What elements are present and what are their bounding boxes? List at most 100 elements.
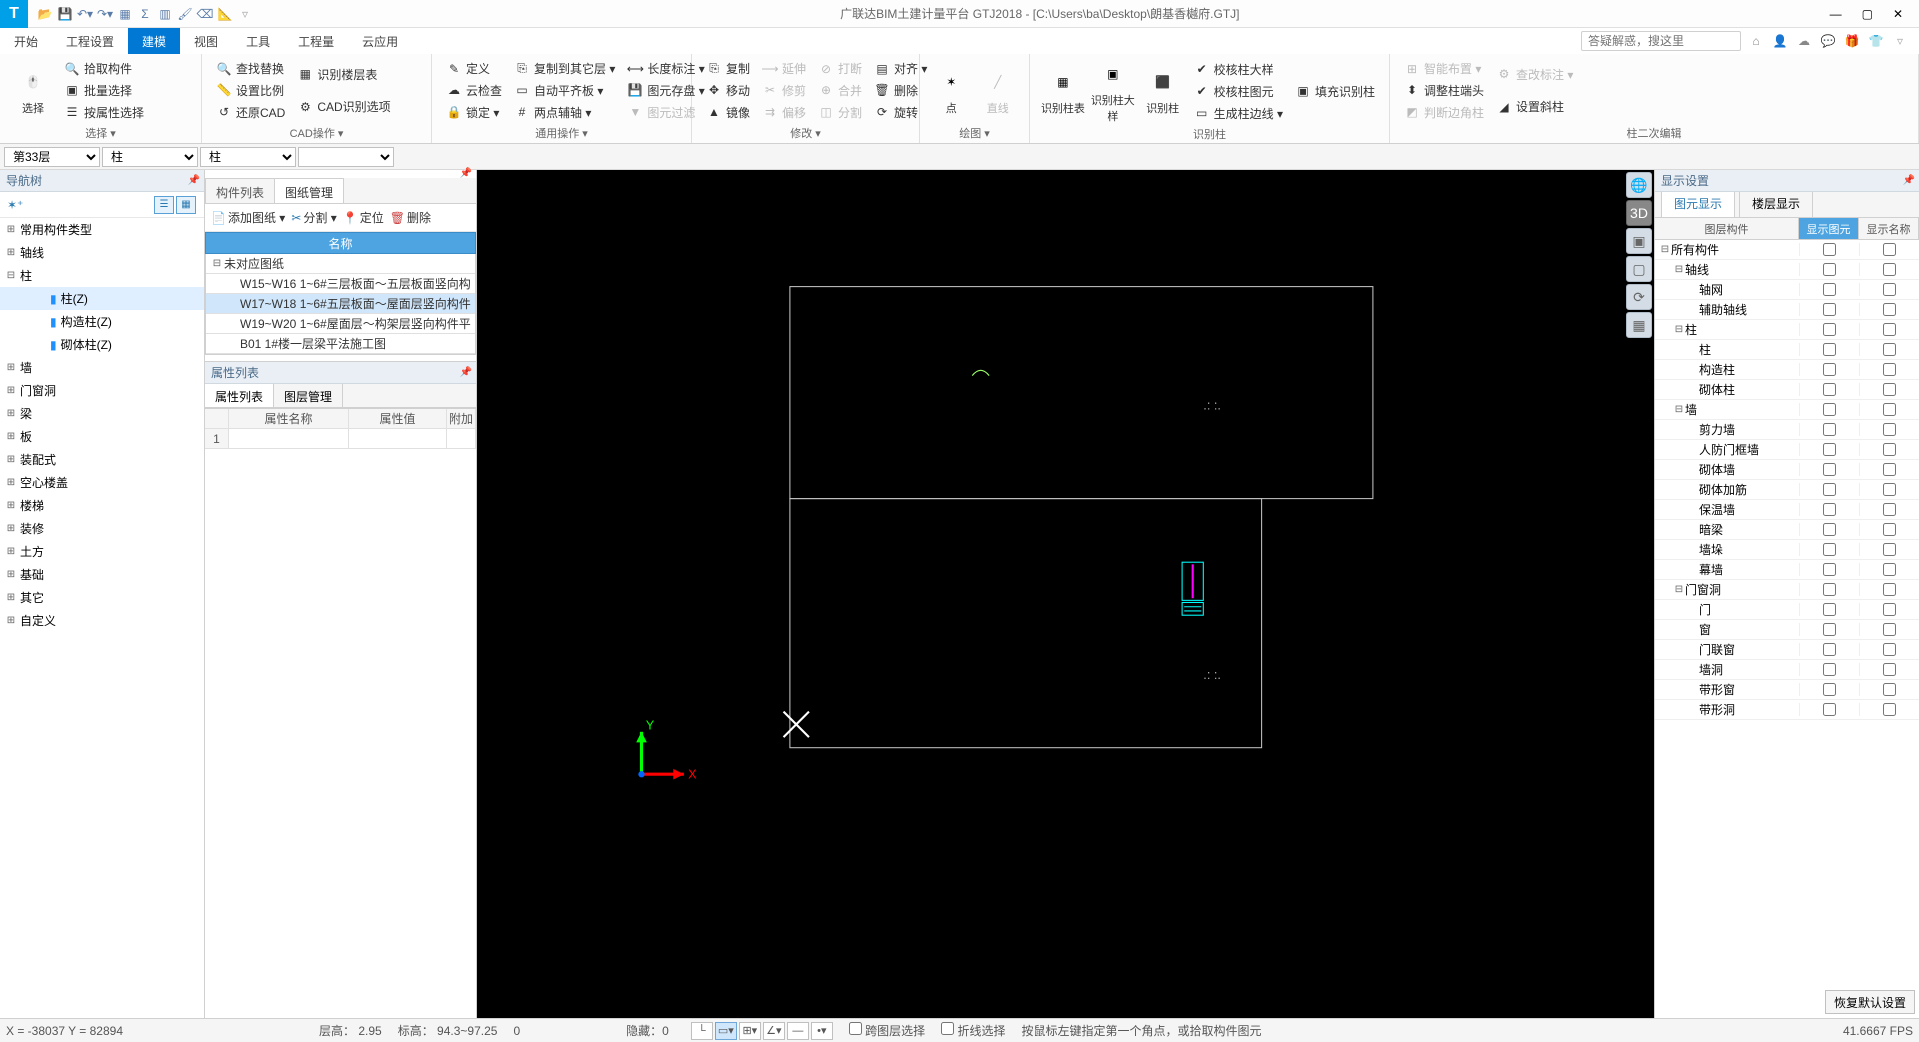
prop-tab[interactable]: 属性列表: [205, 384, 274, 407]
draw-point-button[interactable]: ✶点: [930, 58, 973, 123]
find-replace-button[interactable]: 🔍查找替换: [212, 58, 289, 79]
show-name-checkbox[interactable]: [1883, 403, 1896, 416]
drawing-canvas[interactable]: Y X: [477, 170, 1654, 1018]
display-row[interactable]: 暗梁: [1655, 520, 1919, 540]
qat-save-icon[interactable]: 💾: [56, 5, 74, 23]
pin-icon[interactable]: 📌: [460, 168, 472, 179]
show-elem-checkbox[interactable]: [1823, 623, 1836, 636]
polyline-select-checkbox[interactable]: 折线选择: [941, 1022, 1005, 1039]
nav-item[interactable]: ⊞梁: [0, 402, 204, 425]
nav-item[interactable]: ▮砌体柱(Z): [0, 333, 204, 356]
show-elem-checkbox[interactable]: [1823, 263, 1836, 276]
display-row[interactable]: 保温墙: [1655, 500, 1919, 520]
fill-rec-col-button[interactable]: ▣填充识别柱: [1291, 81, 1379, 102]
nav-item[interactable]: ⊞自定义: [0, 609, 204, 632]
view-cube-icon[interactable]: ▣: [1626, 228, 1652, 254]
cloud-icon[interactable]: ☁: [1795, 32, 1813, 50]
delete-drawing-button[interactable]: 🗑删除: [388, 209, 433, 226]
edge-corner-col-button[interactable]: ◩判断边角柱: [1400, 102, 1488, 123]
show-name-checkbox[interactable]: [1883, 263, 1896, 276]
auto-level-slab-button[interactable]: ▭自动平齐板 ▾: [510, 80, 619, 101]
show-name-checkbox[interactable]: [1883, 303, 1896, 316]
qat-redo-icon[interactable]: ↷▾: [96, 5, 114, 23]
nav-item[interactable]: ⊞基础: [0, 563, 204, 586]
mid-tab[interactable]: 图纸管理: [275, 178, 344, 203]
batch-select-button[interactable]: ▣批量选择: [60, 80, 148, 101]
display-row[interactable]: 带形窗: [1655, 680, 1919, 700]
menu-tab[interactable]: 云应用: [348, 28, 412, 55]
nav-item[interactable]: ⊞装修: [0, 517, 204, 540]
cad-rec-options-button[interactable]: ⚙CAD识别选项: [293, 96, 394, 117]
display-row[interactable]: ⊟所有构件: [1655, 240, 1919, 260]
view-list-icon[interactable]: ☰: [154, 196, 174, 214]
adjust-col-end-button[interactable]: ⬍调整柱端头: [1400, 80, 1488, 101]
show-elem-checkbox[interactable]: [1823, 323, 1836, 336]
chat-icon[interactable]: 💬: [1819, 32, 1837, 50]
col-show-name[interactable]: 显示名称: [1859, 218, 1919, 239]
draw-line-button[interactable]: ╱直线: [977, 58, 1020, 123]
display-row[interactable]: ⊟轴线: [1655, 260, 1919, 280]
menu-tab[interactable]: 建模: [128, 28, 180, 55]
show-elem-checkbox[interactable]: [1823, 483, 1836, 496]
split-button[interactable]: ✂分割 ▾: [289, 209, 338, 226]
rec-col-button[interactable]: ⬛识别柱: [1140, 58, 1186, 124]
qat-more-icon[interactable]: ▿: [236, 5, 254, 23]
maximize-icon[interactable]: ▢: [1854, 5, 1881, 23]
extend-button[interactable]: ⟶延伸: [758, 58, 810, 79]
drawing-row[interactable]: B01 1#楼一层梁平法施工图: [206, 334, 475, 354]
nav-item[interactable]: ⊞装配式: [0, 448, 204, 471]
view-refresh-icon[interactable]: ⟳: [1626, 284, 1652, 310]
show-name-checkbox[interactable]: [1883, 543, 1896, 556]
merge-button[interactable]: ⊕合并: [814, 80, 866, 101]
drawing-row[interactable]: W15~W16 1~6#三层板面～五层板面竖向构: [206, 274, 475, 294]
show-elem-checkbox[interactable]: [1823, 423, 1836, 436]
select-by-prop-button[interactable]: ☰按属性选择: [60, 102, 148, 123]
smart-layout-button[interactable]: ⊞智能布置 ▾: [1400, 58, 1488, 79]
qat-undo-icon[interactable]: ↶▾: [76, 5, 94, 23]
sbtn-grid-icon[interactable]: ⊞▾: [739, 1022, 761, 1040]
qat-open-icon[interactable]: 📂: [36, 5, 54, 23]
show-elem-checkbox[interactable]: [1823, 463, 1836, 476]
show-name-checkbox[interactable]: [1883, 343, 1896, 356]
nav-item[interactable]: ⊞楼梯: [0, 494, 204, 517]
copy-to-floor-button[interactable]: ⎘复制到其它层 ▾: [510, 58, 619, 79]
qat-layers-icon[interactable]: ▥: [156, 5, 174, 23]
display-row[interactable]: 人防门框墙: [1655, 440, 1919, 460]
verify-col-elem-button[interactable]: ✔校核柱图元: [1190, 81, 1287, 102]
view-3d-earth-icon[interactable]: 🌐: [1626, 172, 1652, 198]
show-name-checkbox[interactable]: [1883, 603, 1896, 616]
pin-icon[interactable]: 📌: [460, 367, 472, 378]
show-elem-checkbox[interactable]: [1823, 343, 1836, 356]
show-elem-checkbox[interactable]: [1823, 603, 1836, 616]
show-name-checkbox[interactable]: [1883, 623, 1896, 636]
show-name-checkbox[interactable]: [1883, 383, 1896, 396]
show-elem-checkbox[interactable]: [1823, 563, 1836, 576]
show-name-checkbox[interactable]: [1883, 283, 1896, 296]
show-elem-checkbox[interactable]: [1823, 383, 1836, 396]
display-row[interactable]: 幕墙: [1655, 560, 1919, 580]
view-3d-icon[interactable]: 3D: [1626, 200, 1652, 226]
show-elem-checkbox[interactable]: [1823, 663, 1836, 676]
offset-button[interactable]: ⇉偏移: [758, 102, 810, 123]
skin-icon[interactable]: 👕: [1867, 32, 1885, 50]
recognize-floor-table-button[interactable]: ▦识别楼层表: [293, 64, 394, 85]
display-row[interactable]: 墙洞: [1655, 660, 1919, 680]
display-row[interactable]: 砌体墙: [1655, 460, 1919, 480]
show-name-checkbox[interactable]: [1883, 423, 1896, 436]
nav-item[interactable]: ⊞门窗洞: [0, 379, 204, 402]
show-elem-checkbox[interactable]: [1823, 543, 1836, 556]
show-elem-checkbox[interactable]: [1823, 523, 1836, 536]
sbtn-ortho-icon[interactable]: ▭▾: [715, 1022, 737, 1040]
nav-item[interactable]: ⊞板: [0, 425, 204, 448]
show-elem-checkbox[interactable]: [1823, 643, 1836, 656]
show-name-checkbox[interactable]: [1883, 663, 1896, 676]
help-search-input[interactable]: [1581, 31, 1741, 51]
user-icon[interactable]: 👤: [1771, 32, 1789, 50]
pin-icon[interactable]: 📌: [188, 175, 200, 186]
show-name-checkbox[interactable]: [1883, 363, 1896, 376]
locate-button[interactable]: 📍定位: [341, 209, 386, 226]
show-name-checkbox[interactable]: [1883, 523, 1896, 536]
show-name-checkbox[interactable]: [1883, 483, 1896, 496]
menu-tab[interactable]: 开始: [0, 28, 52, 55]
set-scale-button[interactable]: 📏设置比例: [212, 80, 289, 101]
